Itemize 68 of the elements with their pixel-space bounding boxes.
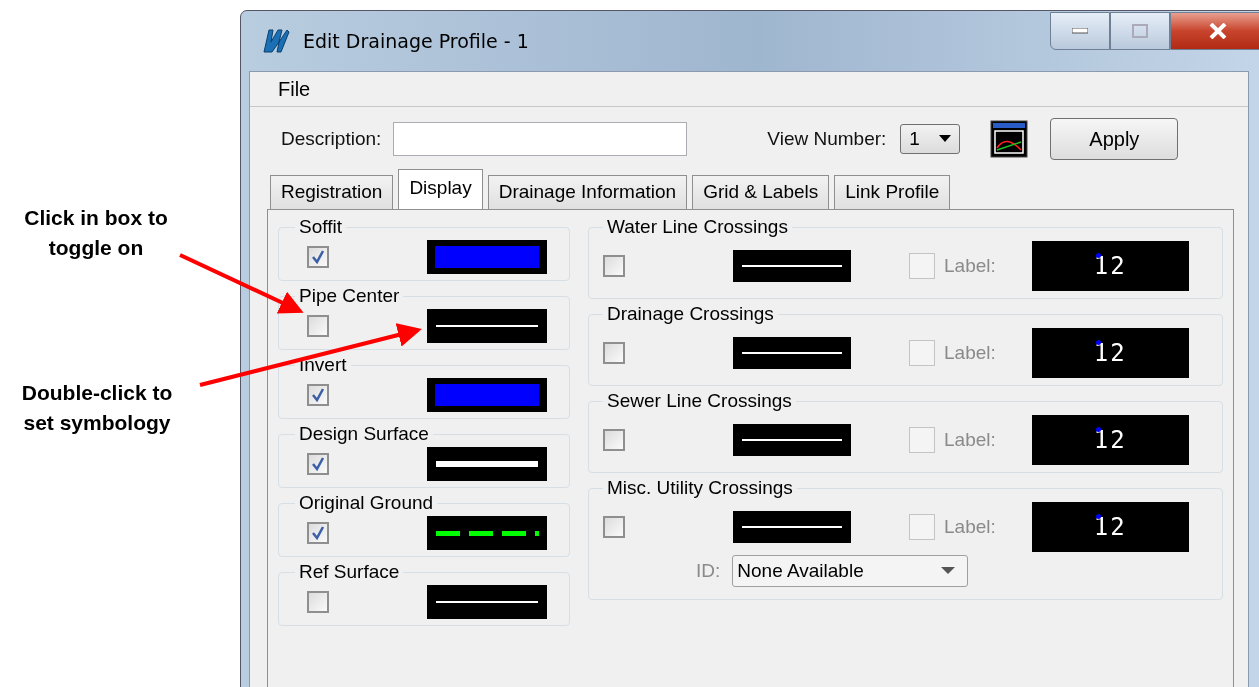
checkbox-label: Label: [944,255,996,277]
group-title: Pipe Center [298,285,401,307]
view-number-dropdown[interactable]: 1 [900,124,961,154]
group-title: Misc. Utility Crossings [606,477,794,499]
dropdown-arrow-icon [941,567,956,575]
checkbox[interactable] [909,514,935,540]
label-preview[interactable]: 12 [1031,502,1189,552]
tab[interactable]: Link Profile [834,175,951,209]
symbology-swatch[interactable] [427,585,547,619]
checkbox[interactable] [909,340,935,366]
minimize-button[interactable] [1050,12,1110,50]
app-logo-icon [261,26,291,56]
checkbox[interactable] [603,516,625,538]
checkbox[interactable] [603,342,625,364]
group-title: Invert [298,354,348,376]
group-title: Sewer Line Crossings [606,390,793,412]
group-title: Ref Surface [298,561,401,583]
maximize-button[interactable] [1110,12,1170,50]
description-field[interactable] [393,122,688,156]
symbology-swatch[interactable] [427,516,547,550]
group-title: Drainage Crossings [606,303,775,325]
annotation-text: Double-click to set symbology [20,380,174,436]
symbology-swatch[interactable] [733,511,851,543]
group-title: Water Line Crossings [606,216,789,238]
apply-button[interactable]: Apply [1050,118,1179,160]
annotation-text: Click in box to toggle on [23,205,169,261]
tab[interactable]: Drainage Information [487,175,688,209]
dropdown-arrow-icon [939,135,952,143]
field-label: View Number: [767,128,887,150]
symbology-swatch[interactable] [733,250,851,282]
checkbox-label: Label: [944,342,996,364]
group-title: Original Ground [298,492,435,514]
checkbox[interactable] [307,246,329,268]
profile-view-icon[interactable] [990,120,1029,158]
label-preview[interactable]: 12 [1031,241,1189,291]
menu-item[interactable]: File [278,77,311,101]
checkbox[interactable] [603,429,625,451]
checkbox[interactable] [307,522,329,544]
symbology-swatch[interactable] [733,424,851,456]
symbology-swatch[interactable] [427,447,547,481]
field-label: ID: [696,560,721,582]
checkbox[interactable] [307,453,329,475]
window-title: Edit Drainage Profile - 1 [303,30,529,52]
field-label: Description: [281,128,382,150]
group-title: Design Surface [298,423,430,445]
close-button[interactable] [1170,12,1259,50]
checkbox-label: Label: [944,516,996,538]
symbology-swatch[interactable] [427,240,547,274]
group-title: Soffit [298,216,343,238]
label-preview[interactable]: 12 [1031,328,1189,378]
symbology-swatch[interactable] [427,309,547,343]
tab[interactable]: Registration [270,175,394,209]
checkbox[interactable] [909,253,935,279]
checkbox[interactable] [307,384,329,406]
id-dropdown[interactable]: None Available [732,555,969,587]
checkbox-label: Label: [944,429,996,451]
tab[interactable]: Display [398,169,483,209]
label-preview[interactable]: 12 [1031,415,1189,465]
tab[interactable]: Grid & Labels [692,175,830,209]
maximize-icon [1132,24,1148,38]
checkbox[interactable] [603,255,625,277]
close-icon [1209,23,1227,39]
symbology-swatch[interactable] [427,378,547,412]
checkbox[interactable] [909,427,935,453]
checkbox[interactable] [307,315,329,337]
symbology-swatch[interactable] [733,337,851,369]
checkbox[interactable] [307,591,329,613]
minimize-icon [1072,28,1088,34]
